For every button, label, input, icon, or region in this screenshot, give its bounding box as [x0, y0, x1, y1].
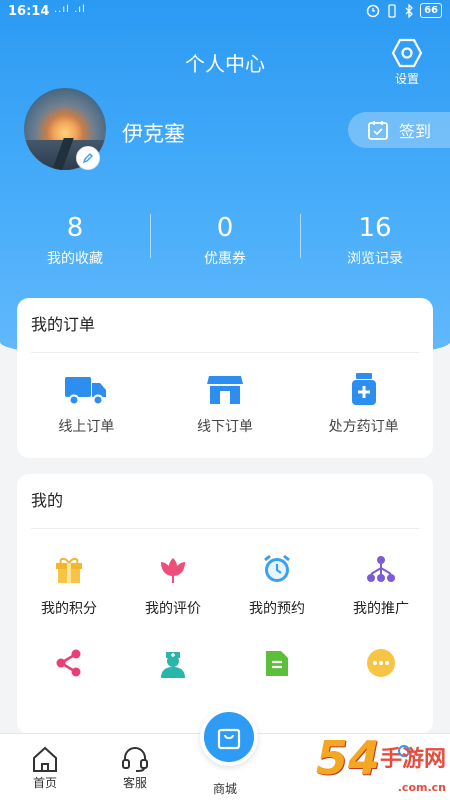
my-promotion-button[interactable]: 我的推广	[329, 552, 433, 618]
stat-label: 浏览记录	[347, 251, 403, 267]
more-button[interactable]	[329, 646, 433, 692]
order-label: 线上订单	[58, 419, 115, 435]
vibrate-icon	[388, 3, 396, 18]
more-icon	[329, 646, 433, 680]
mine-title: 我的	[31, 491, 64, 510]
stat-label: 我的收藏	[47, 251, 103, 267]
watermark-text: 手游网	[379, 747, 446, 772]
status-time: 16:14	[8, 4, 50, 19]
orders-card: 我的订单 线上订单 线下订单 处方药订单	[17, 298, 433, 458]
tab-mall[interactable]: 商城	[190, 780, 260, 797]
stat-label: 优惠券	[204, 251, 246, 267]
signal-icon: ..ıl .ıl	[54, 4, 86, 15]
offline-orders-button[interactable]: 线下订单	[156, 372, 295, 436]
tab-label: 商城	[212, 782, 237, 796]
username: 伊克塞	[122, 122, 185, 146]
tab-home[interactable]: 首页	[10, 744, 80, 791]
pencil-icon	[82, 153, 93, 164]
network-icon	[329, 552, 433, 586]
settings-button[interactable]: 设置	[382, 38, 432, 87]
share-button[interactable]	[17, 646, 121, 692]
checkin-button[interactable]: 签到	[348, 112, 450, 148]
my-appointments-button[interactable]: 我的预约	[225, 552, 329, 618]
my-reviews-button[interactable]: 我的评价	[121, 552, 225, 618]
alarm-icon	[366, 4, 380, 17]
document-icon	[225, 646, 329, 680]
status-bar: 16:14 ..ıl .ıl 66	[0, 0, 450, 24]
gear-icon	[391, 38, 423, 68]
grid-label: 我的评价	[145, 601, 201, 617]
edit-avatar-button[interactable]	[76, 146, 100, 170]
settings-label: 设置	[394, 72, 419, 86]
stat-divider	[150, 214, 151, 258]
consult-button[interactable]	[121, 646, 225, 692]
order-label: 线下订单	[197, 419, 253, 435]
battery-icon: 66	[420, 3, 442, 18]
flower-icon	[121, 552, 225, 586]
grid-label: 我的预约	[249, 601, 305, 617]
tab-service[interactable]: 客服	[100, 744, 170, 791]
mall-button[interactable]	[200, 708, 258, 766]
grid-label: 我的推广	[353, 601, 409, 617]
my-points-button[interactable]: 我的积分	[17, 552, 121, 618]
tab-label: 客服	[122, 776, 147, 790]
stat-coupons[interactable]: 0 优惠券	[150, 212, 300, 268]
calendar-check-icon	[368, 121, 388, 140]
mine-card: 我的 我的积分 我的评价 我的预约 我的推广	[17, 474, 433, 734]
stat-value: 16	[358, 213, 392, 243]
medicine-bottle-icon	[294, 372, 433, 406]
bluetooth-icon	[405, 3, 413, 18]
home-icon	[10, 744, 80, 774]
tab-label: 首页	[32, 776, 57, 790]
watermark-number: 54	[315, 731, 380, 785]
headset-icon	[100, 744, 170, 774]
divider	[31, 528, 419, 529]
stats-row: 8 我的收藏 0 优惠券 16 浏览记录	[0, 212, 450, 268]
watermark-logo: 54手游网 .com.cn	[316, 735, 446, 794]
grid-label: 我的积分	[41, 601, 97, 617]
stat-value: 8	[66, 213, 84, 243]
checkin-label: 签到	[398, 122, 431, 141]
truck-icon	[17, 372, 156, 406]
stat-history[interactable]: 16 浏览记录	[300, 212, 450, 268]
divider	[31, 352, 419, 353]
nurse-icon	[121, 646, 225, 680]
prescription-orders-button[interactable]: 处方药订单	[294, 372, 433, 436]
shopping-bag-icon	[217, 728, 241, 750]
share-icon	[17, 646, 121, 680]
records-button[interactable]	[225, 646, 329, 692]
stat-divider	[300, 214, 301, 258]
online-orders-button[interactable]: 线上订单	[17, 372, 156, 436]
alarm-clock-icon	[225, 552, 329, 586]
order-label: 处方药订单	[328, 419, 399, 435]
gift-icon	[17, 552, 121, 586]
stat-favorites[interactable]: 8 我的收藏	[0, 212, 150, 268]
orders-title: 我的订单	[31, 315, 96, 334]
store-icon	[156, 372, 295, 406]
stat-value: 0	[216, 213, 234, 243]
